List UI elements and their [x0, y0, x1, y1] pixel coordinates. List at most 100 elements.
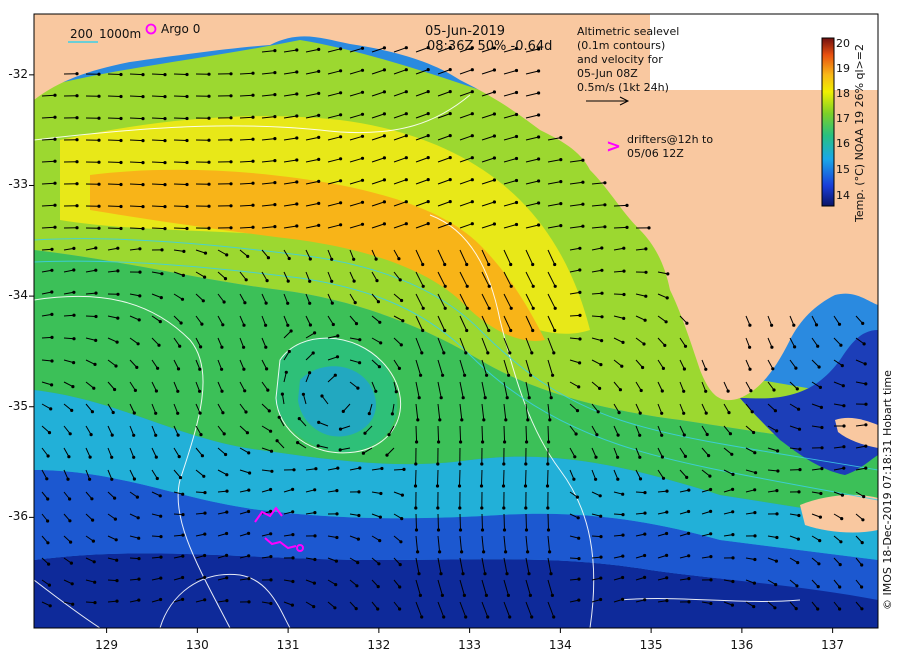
velocity-arrow-head	[159, 514, 163, 518]
velocity-arrow-head	[461, 396, 465, 400]
velocity-arrow-head	[448, 222, 452, 226]
velocity-arrow-head	[301, 392, 305, 396]
velocity-arrow-head	[749, 389, 753, 393]
velocity-arrow-head	[229, 72, 233, 76]
velocity-arrow-head	[572, 477, 576, 481]
velocity-arrow-head	[94, 338, 98, 342]
velocity-arrow-head	[599, 535, 603, 539]
velocity-arrow-head	[90, 410, 94, 414]
velocity-arrow-head	[550, 593, 555, 598]
velocity-arrow-head	[524, 528, 529, 532]
velocity-arrow-head	[621, 513, 625, 517]
velocity-arrow-head	[378, 539, 382, 543]
velocity-arrow-head	[418, 593, 422, 598]
velocity-arrow-head	[492, 200, 496, 204]
velocity-arrow-head	[382, 68, 386, 72]
velocity-arrow-head	[842, 445, 846, 449]
velocity-arrow-head	[154, 389, 158, 393]
velocity-arrow-head	[335, 355, 340, 359]
velocity-arrow-head	[111, 410, 115, 415]
velocity-arrow-head	[492, 68, 496, 72]
velocity-arrow-head	[71, 385, 75, 389]
velocity-arrow-head	[273, 49, 277, 53]
velocity-arrow-head	[401, 319, 405, 323]
velocity-arrow-head	[163, 73, 167, 77]
velocity-arrow-head	[141, 117, 145, 121]
velocity-arrow-head	[273, 225, 277, 229]
velocity-arrow-head	[313, 331, 317, 335]
velocity-arrow	[481, 469, 483, 487]
velocity-arrow-head	[251, 137, 255, 141]
velocity-arrow	[107, 117, 122, 119]
velocity-arrow-head	[156, 366, 160, 370]
velocity-arrow-head	[528, 593, 533, 598]
altimetry-note-3: and velocity for	[577, 53, 663, 66]
velocity-arrow-head	[404, 222, 408, 226]
velocity-arrow	[151, 117, 166, 120]
velocity-arrow-head	[600, 315, 604, 319]
altimetry-note-1: Altimetric sealevel	[577, 25, 680, 38]
velocity-arrow-head	[382, 90, 386, 94]
velocity-arrow	[107, 205, 122, 207]
velocity-arrow-head	[526, 550, 530, 554]
velocity-arrow-head	[75, 72, 79, 76]
velocity-arrow-head	[420, 351, 424, 355]
velocity-arrow-head	[775, 535, 779, 540]
velocity-arrow-head	[295, 224, 299, 228]
velocity-arrow-head	[341, 409, 345, 413]
velocity-arrow-head	[273, 137, 277, 141]
velocity-arrow-head	[643, 575, 647, 580]
velocity-arrow-head	[132, 477, 136, 481]
velocity-arrow-head	[461, 572, 465, 576]
velocity-arrow-head	[485, 373, 489, 377]
velocity-arrow-head	[660, 455, 665, 459]
velocity-arrow-head	[280, 392, 284, 396]
velocity-arrow-head	[797, 513, 801, 518]
velocity-arrow-head	[860, 563, 864, 567]
velocity-arrow-head	[72, 313, 76, 317]
velocity-arrow-head	[665, 510, 669, 514]
colorbar-tick-16: 16	[836, 137, 850, 150]
velocity-arrow-head	[132, 433, 136, 437]
velocity-arrow-head	[71, 602, 75, 606]
velocity-arrow-head	[225, 531, 229, 536]
velocity-arrow-head	[487, 328, 491, 333]
velocity-arrow-head	[484, 593, 488, 598]
velocity-arrow-head	[97, 116, 101, 120]
velocity-arrow-head	[163, 117, 167, 121]
velocity-arrow-head	[548, 418, 552, 422]
velocity-arrow-head	[448, 68, 452, 72]
velocity-arrow	[151, 139, 166, 142]
velocity-arrow-head	[553, 262, 557, 267]
velocity-arrow	[437, 469, 439, 487]
velocity-arrow-head	[339, 91, 343, 95]
velocity-arrow-head	[818, 515, 823, 519]
velocity-arrow-head	[225, 553, 229, 558]
velocity-arrow-head	[709, 555, 713, 559]
velocity-arrow-head	[683, 454, 688, 458]
velocity-arrow-head	[774, 559, 779, 563]
altimetry-note-5: 0.5m/s (1kt 24h)	[577, 81, 669, 94]
velocity-arrow-head	[839, 343, 843, 347]
lat-tick-label: -35	[8, 398, 28, 413]
velocity-arrow-head	[460, 550, 464, 554]
velocity-arrow-head	[355, 584, 359, 588]
velocity-arrow-head	[113, 517, 117, 521]
velocity-arrow-head	[559, 202, 563, 206]
velocity-arrow-head	[360, 156, 365, 160]
velocity-arrow	[129, 183, 144, 186]
velocity-arrow-head	[265, 279, 269, 283]
velocity-arrow-head	[470, 222, 474, 226]
velocity-arrow-head	[470, 178, 474, 182]
velocity-arrow-head	[683, 344, 688, 348]
velocity-arrow-head	[480, 462, 484, 466]
velocity-arrow-head	[548, 550, 552, 554]
velocity-arrow-head	[141, 73, 145, 77]
velocity-arrow-head	[176, 433, 180, 437]
velocity-arrow	[129, 227, 144, 230]
velocity-arrow-head	[335, 512, 339, 516]
velocity-arrow-head	[291, 533, 295, 537]
velocity-arrow-head	[185, 160, 189, 165]
velocity-arrow-head	[53, 203, 57, 207]
velocity-arrow-head	[616, 455, 620, 459]
